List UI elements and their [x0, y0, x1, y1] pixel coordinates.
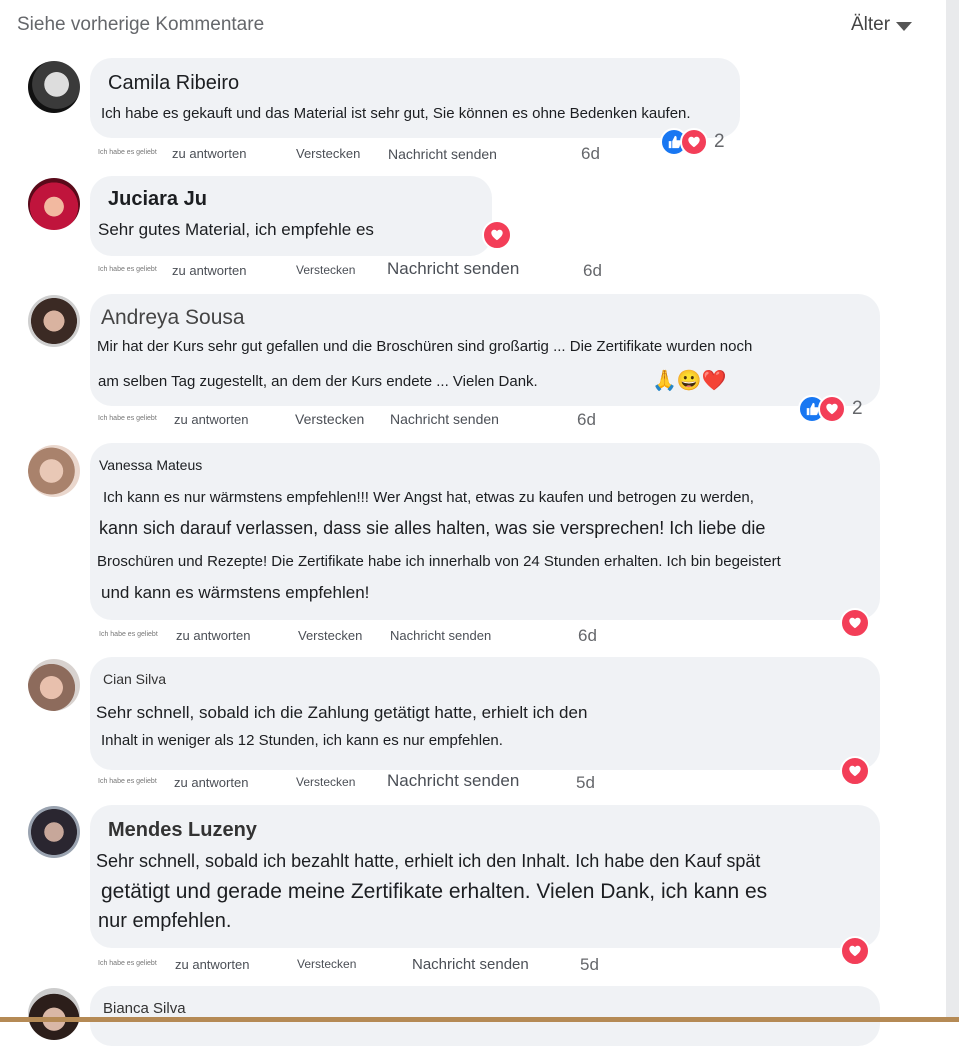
- comment-bubble: Mendes Luzeny Sehr schnell, sobald ich b…: [90, 805, 880, 948]
- comment-age[interactable]: 5d: [576, 773, 595, 793]
- avatar[interactable]: [28, 659, 80, 711]
- comment-bubble: Bianca Silva: [90, 986, 880, 1046]
- reply-link[interactable]: zu antworten: [174, 412, 248, 427]
- love-icon: [680, 128, 708, 156]
- comment-bubble: Juciara Ju Sehr gutes Material, ich empf…: [90, 176, 492, 256]
- avatar[interactable]: [28, 988, 80, 1040]
- reaction-summary[interactable]: 2: [660, 128, 725, 156]
- hide-link[interactable]: Verstecken: [296, 146, 360, 161]
- love-icon[interactable]: [840, 936, 870, 966]
- comment-author[interactable]: Mendes Luzeny: [108, 819, 257, 842]
- avatar[interactable]: [28, 61, 80, 113]
- scrollbar-track[interactable]: [946, 0, 959, 1022]
- reply-link[interactable]: zu antworten: [175, 957, 249, 972]
- comment-text: kann sich darauf verlassen, dass sie all…: [99, 518, 766, 538]
- comment-text: und kann es wärmstens empfehlen!: [101, 583, 370, 602]
- comment-text: Sehr schnell, sobald ich bezahlt hatte, …: [96, 851, 761, 871]
- bottom-border: [0, 1017, 959, 1022]
- comment-text: Ich kann es nur wärmstens empfehlen!!! W…: [103, 489, 754, 506]
- comment-age[interactable]: 6d: [581, 144, 600, 164]
- comment-text: Sehr gutes Material, ich empfehle es: [98, 220, 374, 239]
- love-icon[interactable]: [482, 220, 512, 250]
- comment-bubble: Andreya Sousa Mir hat der Kurs sehr gut …: [90, 294, 880, 406]
- message-link[interactable]: Nachricht senden: [390, 628, 491, 643]
- reply-link[interactable]: zu antworten: [172, 146, 246, 161]
- comment-text: nur empfehlen.: [98, 910, 232, 932]
- liked-label[interactable]: Ich habe es geliebt: [98, 778, 157, 785]
- comment-author[interactable]: Bianca Silva: [103, 1000, 186, 1017]
- comment-author[interactable]: Camila Ribeiro: [108, 72, 239, 95]
- comment-author[interactable]: Vanessa Mateus: [99, 457, 202, 473]
- comment-age[interactable]: 6d: [578, 626, 597, 646]
- comment-text: Broschüren und Rezepte! Die Zertifikate …: [97, 553, 781, 570]
- avatar[interactable]: [28, 445, 80, 497]
- liked-label[interactable]: Ich habe es geliebt: [98, 960, 157, 967]
- message-link[interactable]: Nachricht senden: [388, 146, 497, 162]
- liked-label[interactable]: Ich habe es geliebt: [98, 149, 157, 156]
- love-icon[interactable]: [840, 756, 870, 786]
- hide-link[interactable]: Verstecken: [296, 775, 355, 789]
- message-link[interactable]: Nachricht senden: [387, 771, 519, 791]
- avatar[interactable]: [28, 806, 80, 858]
- liked-label[interactable]: Ich habe es geliebt: [99, 631, 158, 638]
- hide-link[interactable]: Verstecken: [295, 411, 364, 427]
- see-previous-comments-link[interactable]: Siehe vorherige Kommentare: [17, 14, 264, 36]
- comment-bubble: Cian Silva Sehr schnell, sobald ich die …: [90, 657, 880, 770]
- caret-down-icon: [896, 21, 913, 31]
- comment-text: getätigt und gerade meine Zertifikate er…: [101, 880, 768, 903]
- comment-author[interactable]: Juciara Ju: [108, 188, 207, 211]
- comment-text: am selben Tag zugestellt, an dem der Kur…: [98, 373, 538, 390]
- avatar[interactable]: [28, 295, 80, 347]
- avatar[interactable]: [28, 178, 80, 230]
- emoji-group: 🙏😀❤️: [652, 370, 727, 392]
- message-link[interactable]: Nachricht senden: [387, 259, 519, 279]
- comment-author[interactable]: Cian Silva: [103, 671, 166, 687]
- comment-text: Sehr schnell, sobald ich die Zahlung get…: [96, 703, 588, 722]
- love-icon[interactable]: [840, 608, 870, 638]
- message-link[interactable]: Nachricht senden: [412, 956, 529, 973]
- hide-link[interactable]: Verstecken: [297, 957, 356, 971]
- comment-text: Ich habe es gekauft und das Material ist…: [101, 105, 691, 122]
- comment-text: Mir hat der Kurs sehr gut gefallen und d…: [97, 338, 753, 355]
- reaction-summary[interactable]: 2: [798, 395, 863, 423]
- sort-dropdown[interactable]: Älter: [851, 14, 913, 36]
- message-link[interactable]: Nachricht senden: [390, 411, 499, 427]
- reply-link[interactable]: zu antworten: [176, 628, 250, 643]
- sort-label: Älter: [851, 14, 891, 35]
- comment-text: Inhalt in weniger als 12 Stunden, ich ka…: [101, 732, 503, 749]
- reaction-count: 2: [714, 131, 725, 152]
- love-icon: [818, 395, 846, 423]
- comment-age[interactable]: 6d: [577, 410, 596, 430]
- comment-age[interactable]: 5d: [580, 955, 599, 975]
- comment-author[interactable]: Andreya Sousa: [101, 306, 245, 330]
- reply-link[interactable]: zu antworten: [174, 775, 248, 790]
- liked-label[interactable]: Ich habe es geliebt: [98, 415, 157, 422]
- comment-age[interactable]: 6d: [583, 261, 602, 281]
- comment-bubble: Vanessa Mateus Ich kann es nur wärmstens…: [90, 443, 880, 620]
- reply-link[interactable]: zu antworten: [172, 263, 246, 278]
- comment-bubble: Camila Ribeiro Ich habe es gekauft und d…: [90, 58, 740, 138]
- hide-link[interactable]: Verstecken: [298, 628, 362, 643]
- hide-link[interactable]: Verstecken: [296, 263, 355, 277]
- liked-label[interactable]: Ich habe es geliebt: [98, 266, 157, 273]
- reaction-count: 2: [852, 398, 863, 419]
